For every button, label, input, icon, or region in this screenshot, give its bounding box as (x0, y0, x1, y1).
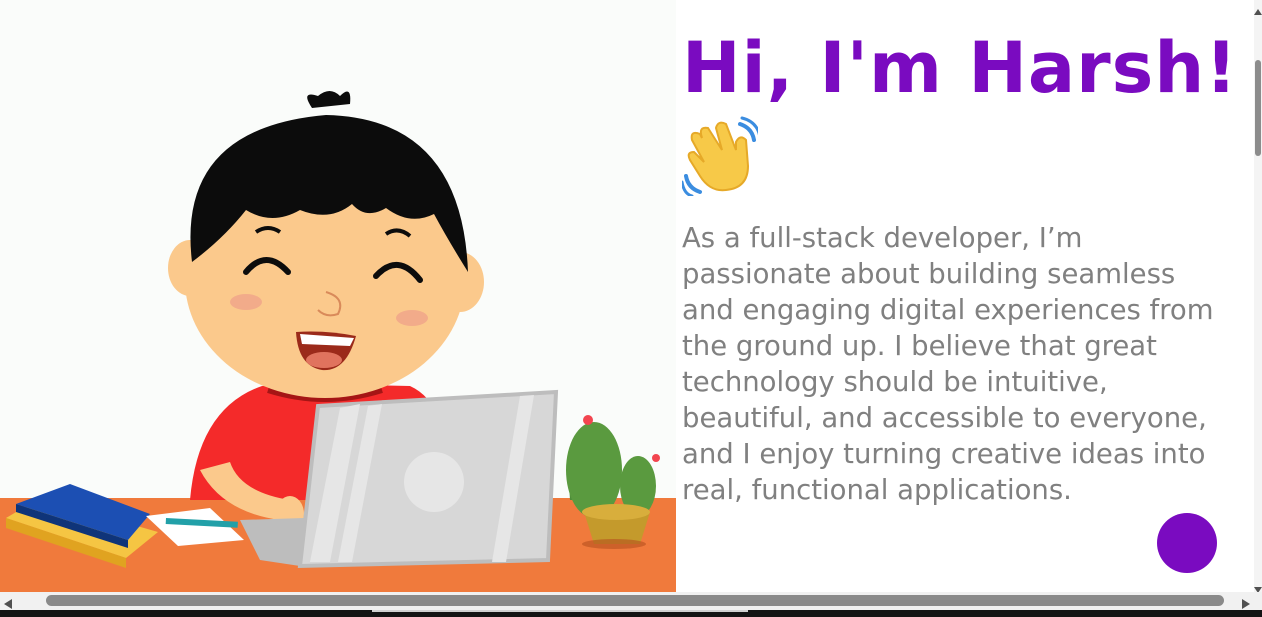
vertical-scroll-thumb[interactable] (1255, 60, 1261, 156)
waving-hand-icon (680, 116, 762, 198)
scroll-down-arrow-icon[interactable] (1254, 580, 1262, 593)
page-viewport: Hi, I'm Harsh! As a full-stack developer… (0, 0, 1254, 592)
hero-illustration (0, 0, 676, 592)
horizontal-scrollbar[interactable] (0, 592, 1262, 610)
bottom-bar (0, 610, 1262, 617)
scroll-up-arrow-icon[interactable] (1254, 2, 1262, 15)
hero-title: Hi, I'm Harsh! (682, 27, 1239, 109)
boy-with-laptop-illustration (0, 91, 676, 592)
vertical-scrollbar[interactable] (1254, 0, 1262, 593)
horizontal-scroll-thumb[interactable] (46, 595, 1224, 606)
scroll-right-arrow-icon[interactable] (1240, 595, 1252, 609)
hero-text-section: Hi, I'm Harsh! As a full-stack developer… (680, 22, 1242, 508)
hero-description: As a full-stack developer, I’m passionat… (682, 222, 1214, 506)
floating-action-button[interactable] (1157, 513, 1217, 573)
bottom-bar-indicator (372, 610, 748, 612)
scroll-left-arrow-icon[interactable] (2, 595, 14, 609)
